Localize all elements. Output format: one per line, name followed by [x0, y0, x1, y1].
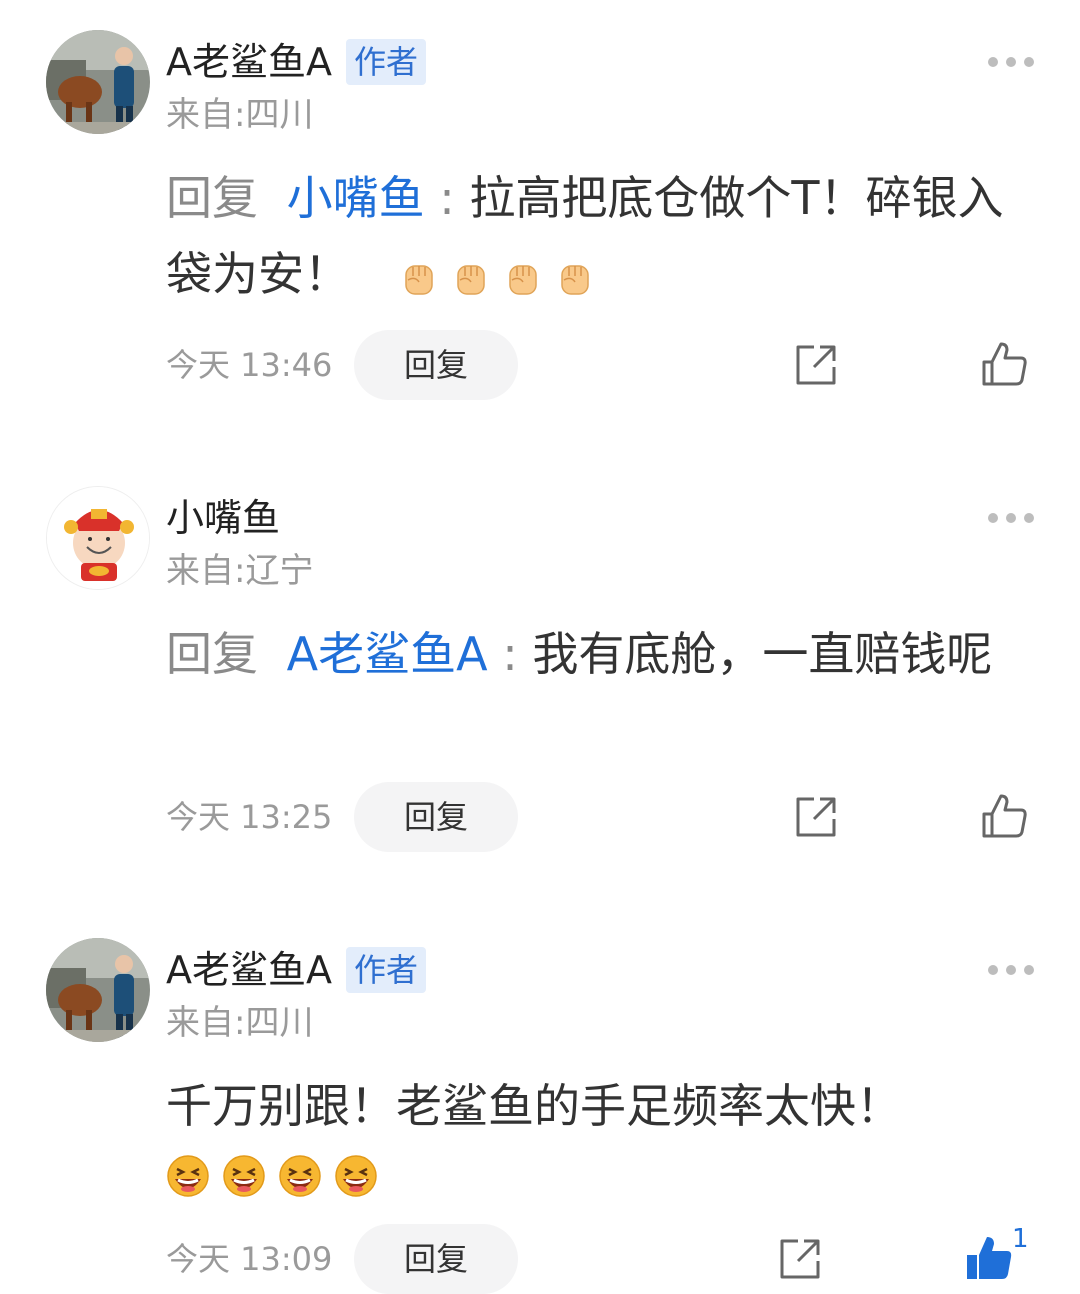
separator: :: [502, 627, 518, 681]
author-name[interactable]: 小嘴鱼: [166, 492, 280, 544]
comment-text[interactable]: 回复 A老鲨鱼A : 我有底舱，一直赔钱呢: [166, 616, 1046, 692]
author-name[interactable]: A老鲨鱼A: [166, 36, 332, 88]
mention-link[interactable]: A老鲨鱼A: [287, 627, 488, 681]
comment-text[interactable]: 千万别跟！老鲨鱼的手足频率太快！: [166, 1068, 1046, 1198]
thumbs-up-icon[interactable]: [980, 792, 1030, 840]
author-badge: 作者: [346, 947, 427, 993]
share-icon[interactable]: [792, 341, 840, 389]
reply-button[interactable]: 回复: [354, 330, 518, 400]
author-row: A老鲨鱼A 作者: [166, 36, 427, 88]
comment-text[interactable]: 回复 小嘴鱼 : 拉高把底仓做个T！碎银入袋为安！: [166, 160, 1046, 312]
laughing-emoji: [279, 1155, 321, 1197]
emoji-group: [166, 1154, 1046, 1198]
more-icon[interactable]: [988, 56, 1034, 68]
fist-emoji: [456, 264, 485, 295]
author-row: A老鲨鱼A 作者: [166, 944, 427, 996]
thumbs-up-icon[interactable]: [964, 1234, 1014, 1282]
share-icon[interactable]: [792, 793, 840, 841]
avatar[interactable]: [46, 30, 150, 134]
avatar[interactable]: [46, 486, 150, 590]
more-icon[interactable]: [988, 964, 1034, 976]
author-badge: 作者: [346, 39, 427, 85]
comment-body: 千万别跟！老鲨鱼的手足频率太快！: [166, 1079, 902, 1133]
laughing-emoji: [223, 1155, 265, 1197]
laughing-emoji: [335, 1155, 377, 1197]
laughing-emoji: [167, 1155, 209, 1197]
location-label: 来自:四川: [166, 95, 314, 135]
location-label: 来自:辽宁: [166, 551, 314, 591]
timestamp: 今天 13:25: [166, 798, 333, 836]
fist-emoji: [404, 264, 433, 295]
comment-body: 我有底舱，一直赔钱呢: [532, 627, 993, 681]
author-row: 小嘴鱼: [166, 492, 280, 544]
separator: :: [439, 171, 455, 225]
share-icon[interactable]: [776, 1235, 824, 1283]
fist-emoji: [560, 264, 589, 295]
reply-button[interactable]: 回复: [354, 782, 518, 852]
more-icon[interactable]: [988, 512, 1034, 524]
location-label: 来自:四川: [166, 1003, 314, 1043]
timestamp: 今天 13:46: [166, 346, 333, 384]
mention-link[interactable]: 小嘴鱼: [287, 171, 425, 225]
reply-prefix: 回复: [166, 627, 258, 681]
fist-emoji: [508, 264, 537, 295]
like-count: 1: [1012, 1224, 1029, 1254]
author-name[interactable]: A老鲨鱼A: [166, 944, 332, 996]
emoji-group: [399, 258, 595, 298]
reply-prefix: 回复: [166, 171, 258, 225]
avatar[interactable]: [46, 938, 150, 1042]
thumbs-up-icon[interactable]: [980, 340, 1030, 388]
